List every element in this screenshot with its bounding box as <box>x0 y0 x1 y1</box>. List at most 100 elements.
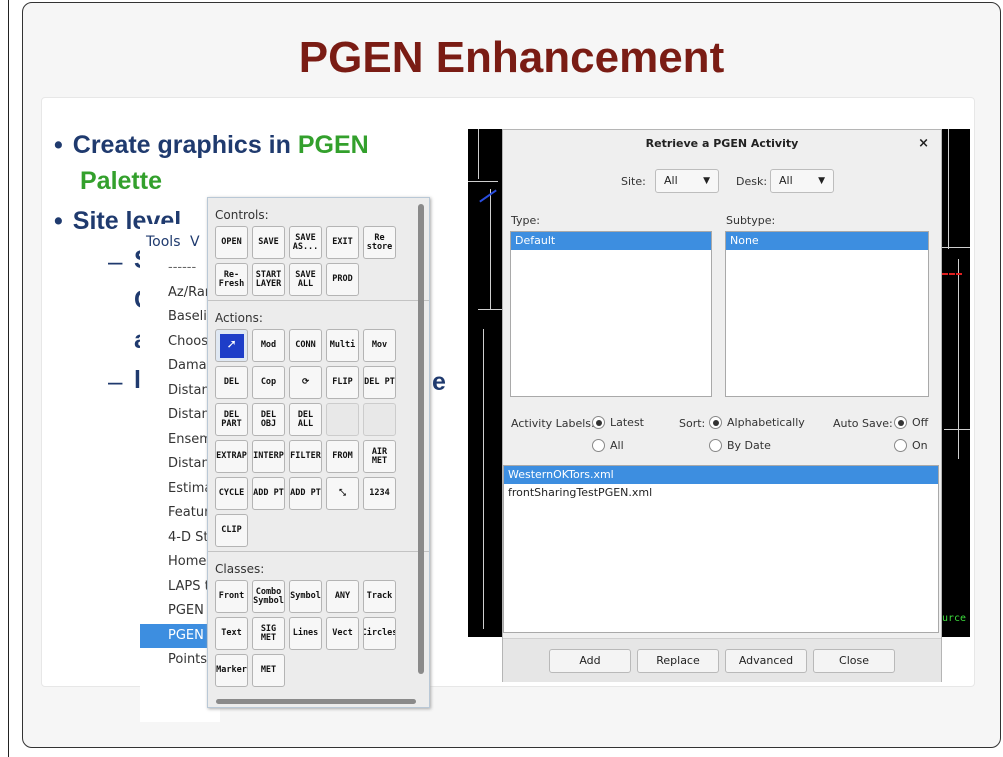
subtype-label: Subtype: <box>726 214 776 227</box>
action-button-flip[interactable]: FLIP <box>326 366 359 399</box>
dialog-title: Retrieve a PGEN Activity <box>645 137 799 150</box>
desk-select[interactable]: All ▼ <box>770 169 834 193</box>
action-button-del-all[interactable]: DEL ALL <box>289 403 322 436</box>
action-row: ➚ Mod CONN Multi Mov <box>208 329 429 362</box>
control-button-save-as[interactable]: SAVE AS... <box>289 226 322 259</box>
class-button-text[interactable]: Text <box>215 617 248 650</box>
radio-autosave-on[interactable]: On <box>894 439 928 452</box>
action-button-multi[interactable]: Multi <box>326 329 359 362</box>
bullet-1-palette: Palette <box>80 167 162 195</box>
action-row: DEL Cop ⟳ FLIP DEL PT <box>208 366 429 399</box>
radio-by-date[interactable]: By Date <box>709 439 771 452</box>
site-label: Site: <box>621 175 646 188</box>
action-button-conn[interactable]: CONN <box>289 329 322 362</box>
action-button-del-pt[interactable]: DEL PT <box>363 366 396 399</box>
palette-scrollbar[interactable] <box>418 204 424 674</box>
dash-2: – <box>108 366 123 396</box>
radio-autosave-off[interactable]: Off <box>894 416 928 429</box>
palette-horizontal-scrollbar[interactable] <box>216 699 416 704</box>
control-button-re-fresh[interactable]: Re- Fresh <box>215 263 248 296</box>
autosave-label: Auto Save: <box>833 417 893 430</box>
subtype-list[interactable]: None <box>725 231 929 397</box>
map-boundary <box>478 129 479 179</box>
control-button-prod[interactable]: PROD <box>326 263 359 296</box>
control-button-save[interactable]: SAVE <box>252 226 285 259</box>
map-corner-text: urce <box>942 613 967 624</box>
map-boundary <box>483 329 484 629</box>
bullet-dot: • <box>54 131 63 159</box>
class-button-circles[interactable]: Circles <box>363 617 396 650</box>
map-boundary <box>468 181 498 182</box>
class-button-any[interactable]: ANY <box>326 580 359 613</box>
control-row: OPEN SAVE SAVE AS... EXIT Re store <box>208 226 429 259</box>
class-row: Front Combo Symbol Symbol ANY Track <box>208 580 429 613</box>
action-button-from[interactable]: FROM <box>326 440 359 473</box>
class-button-met[interactable]: MET <box>252 654 285 687</box>
next-menu-title[interactable]: V <box>190 234 200 250</box>
advanced-button[interactable]: Advanced <box>725 649 807 673</box>
subtype-item-none[interactable]: None <box>726 232 928 250</box>
action-button-cycle[interactable]: CYCLE <box>215 477 248 510</box>
action-button-clip[interactable]: CLIP <box>215 514 248 547</box>
control-button-re-store[interactable]: Re store <box>363 226 396 259</box>
class-button-front[interactable]: Front <box>215 580 248 613</box>
class-button-marker[interactable]: Marker <box>215 654 248 687</box>
add-button[interactable]: Add <box>549 649 631 673</box>
radio-latest-indicator <box>592 416 605 429</box>
control-button-save-all[interactable]: SAVE ALL <box>289 263 322 296</box>
replace-button[interactable]: Replace <box>637 649 719 673</box>
class-button-sig-met[interactable]: SIG MET <box>252 617 285 650</box>
bullet-1: • Create graphics in PGEN <box>54 128 369 162</box>
class-button-track[interactable]: Track <box>363 580 396 613</box>
map-boundary <box>478 309 503 310</box>
desk-value: All <box>779 174 793 187</box>
type-list[interactable]: Default <box>510 231 712 397</box>
class-button-symbol[interactable]: Symbol <box>289 580 322 613</box>
close-icon[interactable]: × <box>918 130 929 158</box>
action-button-add-pt[interactable]: ADD PT <box>289 477 322 510</box>
action-button-symbol[interactable]: ⟳ <box>289 366 322 399</box>
retrieve-activity-dialog: Retrieve a PGEN Activity × Site: All ▼ D… <box>502 129 942 682</box>
action-button-mod[interactable]: Mod <box>252 329 285 362</box>
site-select[interactable]: All ▼ <box>655 169 719 193</box>
radio-date-label: By Date <box>727 439 771 452</box>
action-button-air-met[interactable]: AIR MET <box>363 440 396 473</box>
classes-group: Front Combo Symbol Symbol ANY Track Text SIG M… <box>208 580 429 687</box>
class-button-vect[interactable]: Vect <box>326 617 359 650</box>
action-button-del-obj[interactable]: DEL OBJ <box>252 403 285 436</box>
tools-menu-title[interactable]: Tools <box>146 234 181 250</box>
action-button-mov[interactable]: Mov <box>363 329 396 362</box>
class-button-combo-symbol[interactable]: Combo Symbol <box>252 580 285 613</box>
action-button-symbol[interactable]: ➚ <box>215 329 248 362</box>
file-item[interactable]: WesternOKTors.xml <box>504 466 938 484</box>
action-button-cop[interactable]: Cop <box>252 366 285 399</box>
action-button-1234[interactable]: 1234 <box>363 477 396 510</box>
radio-all[interactable]: All <box>592 439 624 452</box>
class-button-lines[interactable]: Lines <box>289 617 322 650</box>
radio-date-indicator <box>709 439 722 452</box>
action-button-del-part[interactable]: DEL PART <box>215 403 248 436</box>
radio-alphabetically[interactable]: Alphabetically <box>709 416 805 429</box>
control-button-exit[interactable]: EXIT <box>326 226 359 259</box>
action-button-symbol[interactable]: ⤡ <box>326 477 359 510</box>
action-button-del[interactable]: DEL <box>215 366 248 399</box>
action-button-filter[interactable]: FILTER <box>289 440 322 473</box>
action-button-extrap[interactable]: EXTRAP <box>215 440 248 473</box>
file-list[interactable]: WesternOKTors.xml frontSharingTestPGEN.x… <box>503 465 939 633</box>
controls-group: OPEN SAVE SAVE AS... EXIT Re store Re- Fresh S… <box>208 226 429 296</box>
close-button[interactable]: Close <box>813 649 895 673</box>
action-button-interp[interactable]: INTERP <box>252 440 285 473</box>
class-row: Marker MET <box>208 654 429 687</box>
actions-group: ➚ Mod CONN Multi Mov DEL Cop ⟳ FLIP DEL PT DEL PAR… <box>208 329 429 547</box>
radio-on-indicator <box>894 439 907 452</box>
control-button-start-layer[interactable]: START LAYER <box>252 263 285 296</box>
action-button-add-pt[interactable]: ADD PT <box>252 477 285 510</box>
control-button-open[interactable]: OPEN <box>215 226 248 259</box>
action-row: DEL PART DEL OBJ DEL ALL <box>208 403 429 436</box>
dialog-button-bar: Add Replace Advanced Close <box>503 638 941 682</box>
radio-alpha-label: Alphabetically <box>727 416 805 429</box>
file-item[interactable]: frontSharingTestPGEN.xml <box>504 484 938 502</box>
radio-latest[interactable]: Latest <box>592 416 644 429</box>
type-item-default[interactable]: Default <box>511 232 711 250</box>
chevron-down-icon: ▼ <box>818 176 825 186</box>
